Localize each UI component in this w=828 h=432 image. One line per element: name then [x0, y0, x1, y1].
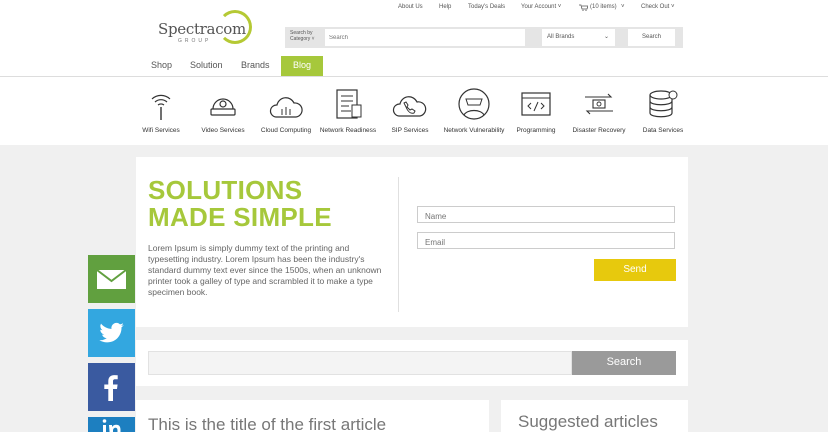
- your-account-link[interactable]: Your Account ˅: [521, 4, 561, 10]
- send-button[interactable]: Send: [594, 259, 676, 281]
- hero-section: SOLUTIONS MADE SIMPLE Lorem Ipsum is sim…: [136, 157, 688, 327]
- hero-divider: [398, 177, 399, 312]
- logo-subtext: GROUP: [178, 38, 212, 44]
- facebook-icon: [104, 375, 118, 401]
- search-category-select[interactable]: Search by Category ˅: [290, 30, 315, 42]
- facebook-share-button[interactable]: [88, 363, 135, 411]
- wifi-icon: [151, 94, 171, 120]
- search-input[interactable]: [325, 29, 525, 46]
- brands-select[interactable]: All Brands ⌄: [542, 29, 615, 46]
- hero-title: SOLUTIONS MADE SIMPLE: [148, 177, 388, 231]
- name-field[interactable]: [417, 206, 675, 223]
- phone-cloud-icon: [392, 96, 427, 117]
- hero-text: Lorem Ipsum is simply dummy text of the …: [148, 243, 382, 297]
- database-icon: [649, 90, 678, 118]
- cart-count[interactable]: (10 items): [590, 4, 617, 10]
- site-search-bar: Search by Category ˅ All Brands ⌄ Search: [285, 27, 683, 48]
- cart-icon[interactable]: [579, 4, 589, 13]
- blog-search-section: Search: [136, 340, 688, 386]
- twitter-share-button[interactable]: [88, 309, 135, 357]
- todays-deals-link[interactable]: Today's Deals: [468, 4, 505, 10]
- chevron-down-icon: ⌄: [603, 34, 609, 40]
- search-button[interactable]: Search: [628, 29, 675, 46]
- email-share-button[interactable]: [88, 255, 135, 303]
- article-title[interactable]: This is the title of the first article: [148, 415, 386, 432]
- nav-brands[interactable]: Brands: [241, 60, 270, 70]
- linkedin-icon: [102, 419, 121, 432]
- service-label: Data Services: [642, 127, 684, 134]
- check-out-link[interactable]: Check Out ˅: [641, 4, 675, 10]
- help-link[interactable]: Help: [439, 4, 451, 10]
- code-icon: [521, 92, 551, 116]
- logo[interactable]: Spectracom GROUP: [156, 10, 258, 52]
- camera-icon: [210, 98, 236, 116]
- site-header: Spectracom GROUP About Us Help Today's D…: [0, 0, 828, 77]
- service-data[interactable]: Data Services: [625, 87, 701, 145]
- twitter-icon: [99, 322, 124, 343]
- nav-blog[interactable]: Blog: [281, 56, 323, 76]
- linkedin-share-button[interactable]: [88, 417, 135, 432]
- cloud-icon: [269, 97, 303, 118]
- article-card: This is the title of the first article: [136, 400, 489, 432]
- hacker-icon: [458, 88, 490, 120]
- top-links: About Us Help Today's Deals Your Account…: [380, 4, 700, 14]
- email-field[interactable]: [417, 232, 675, 249]
- nav-solution[interactable]: Solution: [190, 60, 223, 70]
- about-us-link[interactable]: About Us: [398, 4, 423, 10]
- recovery-icon: [585, 93, 613, 115]
- services-bar: Wifi Services Video Services Cloud Compu…: [0, 77, 828, 145]
- suggested-articles-title: Suggested articles: [518, 412, 658, 431]
- hero-title-line2: MADE SIMPLE: [148, 202, 332, 232]
- logo-ring-icon: [218, 10, 252, 44]
- cart-dropdown-chevron[interactable]: ˅: [621, 4, 625, 10]
- hero-title-line1: SOLUTIONS: [148, 175, 303, 205]
- suggested-articles-panel: Suggested articles: [501, 400, 688, 432]
- brands-select-value: All Brands: [547, 34, 575, 40]
- nav-shop[interactable]: Shop: [151, 60, 172, 70]
- blog-search-button[interactable]: Search: [572, 351, 676, 375]
- document-icon: [336, 89, 362, 119]
- blog-search-input[interactable]: [148, 351, 572, 375]
- category-label-line2: Category ˅: [290, 36, 315, 42]
- mail-icon: [96, 269, 127, 289]
